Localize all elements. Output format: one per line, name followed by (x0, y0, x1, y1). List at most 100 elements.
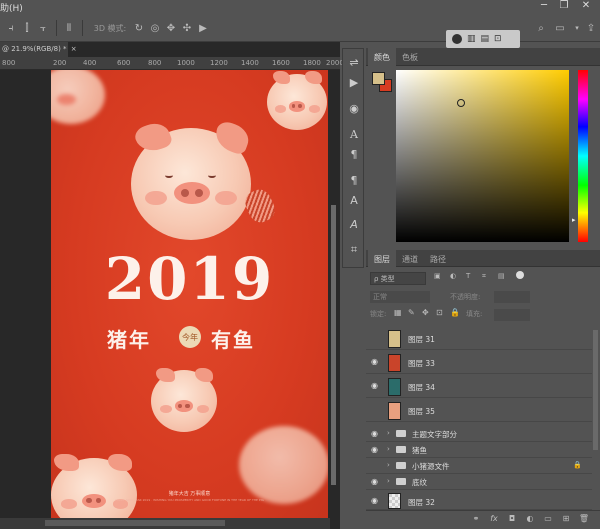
chevron-down-icon[interactable]: ▾ (572, 20, 582, 36)
blend-mode-select[interactable]: 正常 (370, 291, 430, 303)
lock-move-icon[interactable]: ✥ (422, 308, 429, 317)
crop-icon[interactable]: ⊡ (494, 34, 502, 44)
color-picker-field[interactable] (396, 70, 569, 242)
lock-all-icon[interactable]: 🔒 (450, 308, 460, 317)
eye-icon[interactable]: ◉ (371, 357, 381, 367)
layer-filter-select[interactable]: ρ 类型 (370, 272, 426, 285)
layer-mask-icon[interactable]: ◘ (506, 514, 518, 526)
eye-icon[interactable]: ◉ (371, 496, 381, 506)
lock-paint-icon[interactable]: ✎ (408, 308, 415, 317)
align-left-icon[interactable]: ⫞ (4, 20, 18, 36)
3d-rotate-icon[interactable]: ↻ (132, 20, 146, 36)
tab-layers[interactable]: 图层 (368, 250, 396, 268)
filter-pixel-icon[interactable]: ▣ (434, 272, 441, 280)
paragraph-style-icon[interactable]: ¶ (345, 171, 363, 189)
fx-icon[interactable]: fx (488, 514, 500, 526)
layer-group-row[interactable]: › 小猪源文件 🔒 (366, 458, 592, 474)
brush-preset-icon[interactable] (452, 34, 462, 44)
visibility-toggle[interactable] (371, 333, 381, 343)
foreground-color-swatch[interactable] (372, 72, 385, 85)
align-right-icon[interactable]: ⫟ (36, 20, 50, 36)
filter-toggle-icon[interactable] (516, 271, 524, 279)
menu-bar: 助(H) ─ ❐ ✕ (0, 0, 600, 14)
document-tab-close[interactable]: × (71, 45, 77, 53)
layer-row[interactable]: 图层 35 (366, 400, 592, 422)
hue-slider[interactable] (578, 70, 588, 242)
layer-group-row[interactable]: ◉ › 猪鱼 (366, 442, 592, 458)
poster-canvas[interactable]: 2019 猪年 今年 有鱼 猪年大吉 万事顺意 HAPPY NEW YEAR 2… (51, 70, 328, 518)
character-style-icon[interactable]: A (345, 191, 363, 209)
adjustment-layer-icon[interactable]: ◐ (524, 514, 536, 526)
filter-smart-object-icon[interactable]: ▤ (498, 272, 505, 280)
filter-adjustment-icon[interactable]: ◐ (450, 272, 456, 280)
chevron-right-icon[interactable]: › (387, 429, 390, 437)
color-picker-cursor[interactable] (457, 99, 465, 107)
chevron-right-icon[interactable]: › (387, 461, 390, 469)
group-name: 小猪源文件 (412, 462, 450, 471)
visibility-toggle[interactable] (371, 405, 381, 415)
layer-group-row[interactable]: ◉ › 主题文字部分 (366, 426, 592, 442)
color-swatches[interactable] (372, 72, 392, 92)
share-icon[interactable]: ⇪ (584, 20, 598, 36)
ruler-tick: 600 (117, 59, 131, 67)
fill-input[interactable] (494, 309, 530, 321)
layer-row[interactable]: ◉ 图层 33 (366, 352, 592, 374)
glyphs-icon[interactable]: A (345, 215, 363, 233)
opacity-input[interactable] (494, 291, 530, 303)
layers-icon[interactable]: ▤ (481, 34, 490, 44)
new-layer-icon[interactable]: ⊞ (560, 514, 572, 526)
chevron-right-icon[interactable]: › (387, 445, 390, 453)
lock-artboard-icon[interactable]: ⊡ (436, 308, 443, 317)
eye-icon[interactable]: ◉ (371, 381, 381, 391)
adjustments-icon[interactable]: ◉ (345, 99, 363, 117)
hue-slider-handle[interactable]: ▸ (572, 216, 576, 224)
minimize-button[interactable]: ─ (536, 0, 552, 11)
new-group-icon[interactable]: ▭ (542, 514, 554, 526)
trash-icon[interactable]: 🗑 (578, 514, 590, 526)
layer-row[interactable]: ◉ 图层 34 (366, 376, 592, 398)
search-icon[interactable]: ⌕ (534, 20, 548, 36)
tab-paths[interactable]: 路径 (424, 250, 452, 268)
poster-footer-text: 猪年大吉 万事顺意 (168, 491, 211, 497)
3d-pan-icon[interactable]: ✥ (164, 20, 178, 36)
eye-icon[interactable]: ◉ (371, 477, 381, 487)
crop-icon[interactable]: ⌗ (345, 241, 363, 259)
3d-roll-icon[interactable]: ◎ (148, 20, 162, 36)
visibility-toggle[interactable] (371, 461, 381, 471)
paragraph-icon[interactable]: ¶ (345, 145, 363, 163)
link-layers-icon[interactable]: ⚭ (470, 514, 482, 526)
eye-icon[interactable]: ◉ (371, 445, 381, 455)
align-center-icon[interactable]: ⫿ (20, 20, 34, 36)
tab-color[interactable]: 颜色 (368, 48, 396, 66)
filter-shape-icon[interactable]: ⌗ (482, 272, 486, 281)
layers-scrollbar[interactable] (593, 330, 598, 450)
workspace-icon[interactable]: ▭ (552, 20, 568, 36)
eye-icon[interactable]: ◉ (371, 429, 381, 439)
actions-play-icon[interactable]: ▶ (345, 73, 363, 91)
panel-icon[interactable]: ▥ (467, 34, 476, 44)
filter-type-icon[interactable]: T (466, 272, 470, 280)
layer-thumbnail (388, 378, 401, 396)
layer-row[interactable]: 图层 31 (366, 328, 592, 350)
layer-row[interactable]: ◉ 图层 32 (366, 492, 592, 510)
3d-scale-icon[interactable]: ▶ (196, 20, 210, 36)
layer-thumbnail (388, 354, 401, 372)
tab-swatches[interactable]: 色板 (396, 48, 424, 66)
lock-transparent-icon[interactable]: ▦ (394, 308, 402, 317)
3d-slide-icon[interactable]: ✣ (180, 20, 194, 36)
horizontal-scrollbar-thumb[interactable] (45, 520, 225, 526)
help-menu[interactable]: 助(H) (0, 1, 23, 14)
close-button[interactable]: ✕ (578, 0, 594, 11)
tab-channels[interactable]: 通道 (396, 250, 424, 268)
restore-button[interactable]: ❐ (556, 0, 572, 11)
fill-label: 填充: (466, 310, 483, 318)
history-icon[interactable]: ⇌ (345, 53, 363, 71)
document-tab[interactable]: @ 21.9%(RGB/8) * × (0, 42, 77, 57)
distribute-icon[interactable]: ⫴ (62, 20, 76, 36)
chevron-right-icon[interactable]: › (387, 477, 390, 485)
ruler-tick: 200 (53, 59, 67, 67)
character-icon[interactable]: A (345, 125, 363, 143)
vertical-scrollbar[interactable] (331, 205, 336, 485)
divider (56, 20, 57, 36)
layer-group-row[interactable]: ◉ › 底纹 (366, 474, 592, 490)
